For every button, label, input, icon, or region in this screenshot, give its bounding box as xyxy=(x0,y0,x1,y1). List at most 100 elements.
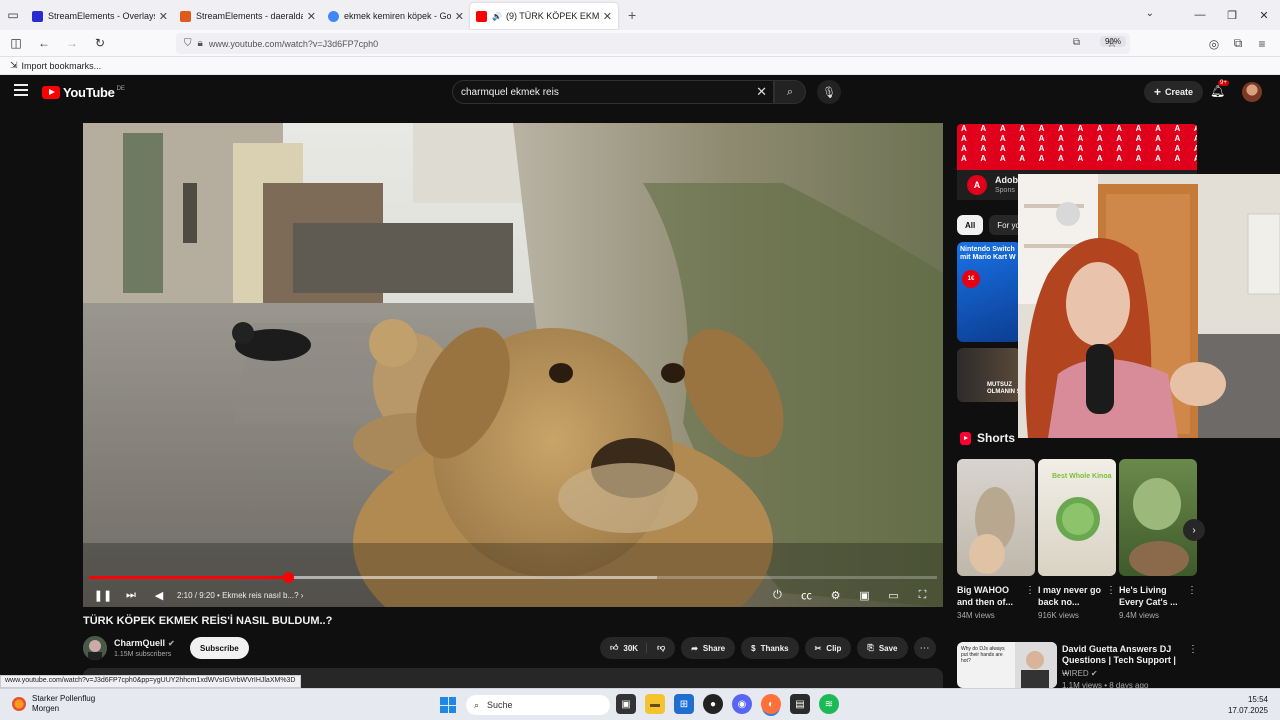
verified-icon: ✔︎ xyxy=(168,639,175,648)
short-item[interactable]: Best Whole Kinoa I may never go back no.… xyxy=(1038,459,1116,620)
bookmark-star-icon[interactable]: ☆ xyxy=(1100,36,1124,50)
task-view-icon[interactable]: ▣ xyxy=(616,694,636,714)
search-button[interactable]: ⌕ xyxy=(774,80,806,104)
youtube-logo[interactable]: YouTube DE xyxy=(42,85,125,100)
store-icon[interactable]: ⊞ xyxy=(674,694,694,714)
youtube-play-icon xyxy=(42,86,60,99)
more-options-icon[interactable]: ⋮ xyxy=(1188,644,1198,655)
subscriber-count: 1.15M subscribers xyxy=(114,651,172,658)
volume-icon[interactable]: ◀︎ xyxy=(145,589,173,602)
browser-tab[interactable]: StreamElements - Overlays ✕ xyxy=(26,3,174,29)
more-actions-icon[interactable]: ⋯ xyxy=(913,637,936,659)
chip-all[interactable]: All xyxy=(957,215,984,235)
system-clock[interactable]: 15:54 17.07.2025 xyxy=(1228,694,1268,716)
discord-icon[interactable]: ◉ xyxy=(732,694,752,714)
next-icon[interactable]: ⏭︎ xyxy=(117,589,145,602)
chevron-right-icon[interactable]: › xyxy=(301,591,304,600)
share-button[interactable]: ➦ Share xyxy=(681,637,736,659)
pause-icon[interactable]: ❚❚ xyxy=(89,589,117,602)
taskbar-search[interactable]: ⌕ Suche xyxy=(466,695,610,715)
like-button[interactable]: 👍︎ 30K xyxy=(600,643,648,653)
voice-search-button[interactable]: 🎙︎ xyxy=(817,80,841,104)
reload-icon[interactable]: ↻ xyxy=(88,31,112,55)
verified-icon: ✔︎ xyxy=(1090,669,1098,678)
translate-icon[interactable]: ⧉ xyxy=(1073,37,1080,48)
scissors-icon: ✂ xyxy=(814,643,822,653)
streaming-app-icon[interactable]: ● xyxy=(703,694,723,714)
browser-tab[interactable]: StreamElements - daeraldas ✕ xyxy=(174,3,322,29)
search-icon: ⌕ xyxy=(474,699,480,710)
weather-widget[interactable]: Starker Pollenflug Morgen xyxy=(12,694,95,714)
address-bar[interactable]: ⛉ 🔒︎ www.youtube.com/watch?v=J3d6FP7cph0… xyxy=(176,33,1130,54)
autoplay-toggle-icon[interactable]: ⏻ xyxy=(763,589,792,602)
forward-icon[interactable]: → xyxy=(60,31,84,55)
miniplayer-icon[interactable]: ▣ xyxy=(850,589,879,602)
progress-bar[interactable] xyxy=(89,572,937,583)
video-player[interactable]: ❚❚ ⏭︎ ◀︎ 2:10 / 9:20 • Ekmek reis nasıl … xyxy=(83,123,943,607)
save-button[interactable]: ⎘ Save xyxy=(857,637,908,659)
more-options-icon[interactable]: ⋮ xyxy=(1187,585,1197,596)
close-window-icon[interactable]: ✕ xyxy=(1248,0,1280,30)
streamer-webcam-overlay xyxy=(1018,174,1280,438)
player-controls-right: ⏻ ㏄ ⚙︎ ▣ ▭ ⛶ xyxy=(763,583,937,607)
pollen-weather-icon xyxy=(12,697,26,711)
back-icon[interactable]: ← xyxy=(32,31,56,55)
minimize-icon[interactable]: — xyxy=(1184,0,1216,30)
chapter-title[interactable]: Ekmek reis nasıl b...? xyxy=(222,591,298,600)
sidebar-toggle-icon[interactable]: ◫ xyxy=(4,31,28,55)
recommended-video-thumbnail[interactable]: Why do DJs always put their hands are ho… xyxy=(957,642,1057,688)
captions-icon[interactable]: ㏄ xyxy=(792,587,821,603)
obs-app-icon[interactable]: ▤ xyxy=(790,694,810,714)
more-options-icon[interactable]: ⋮ xyxy=(1025,585,1035,596)
more-options-icon[interactable]: ⋮ xyxy=(1106,585,1116,596)
thumbs-up-icon: 👍︎ xyxy=(610,643,619,652)
restore-icon[interactable]: ❐ xyxy=(1216,0,1248,30)
tab-favicon-icon xyxy=(328,10,339,22)
ad-banner[interactable]: A A A A A A A A A A A A A A A A A A A A … xyxy=(957,124,1197,170)
spotify-icon[interactable]: ≋ xyxy=(819,694,839,714)
browser-tab[interactable]: ekmek kemiren köpek - Google ✕ xyxy=(322,3,470,29)
tab-close-icon[interactable]: ✕ xyxy=(603,10,612,23)
windows-start-icon[interactable] xyxy=(440,697,456,713)
menu-icon[interactable]: ≡ xyxy=(1250,37,1274,51)
tab-label: (9) TÜRK KÖPEK EKMEK REİS xyxy=(505,11,599,21)
recommended-channel[interactable]: WIRED ✔︎ xyxy=(1062,669,1098,678)
firefox-icon[interactable]: ◐ xyxy=(761,694,781,714)
settings-gear-icon[interactable]: ⚙︎ xyxy=(821,589,850,602)
chevron-down-icon[interactable]: ⌄ xyxy=(1146,8,1154,19)
hamburger-menu-icon[interactable] xyxy=(14,84,28,99)
ad-banner-pattern: A A A A A A A A A A A A A A A A A A xyxy=(961,124,1197,133)
short-item[interactable]: He's Living Every Cat's ... 9.4M views ⋮ xyxy=(1119,459,1197,620)
new-tab-icon[interactable]: + xyxy=(628,7,636,23)
clear-search-icon[interactable]: ✕ xyxy=(756,84,767,100)
related-video-thumbnail[interactable]: Nintendo Switch mit Mario Kart W 1€ xyxy=(957,242,1021,342)
account-avatar[interactable] xyxy=(1242,82,1262,102)
dislike-button[interactable]: 👎︎ xyxy=(647,643,675,653)
tab-close-icon[interactable]: ✕ xyxy=(159,10,168,23)
channel-avatar[interactable] xyxy=(83,636,107,660)
clip-button[interactable]: ✂ Clip xyxy=(804,637,852,659)
related-video-thumbnail[interactable]: MUTSUZ OLMANIN S xyxy=(957,348,1021,402)
channel-name[interactable]: CharmQuell ✔︎ xyxy=(114,638,175,648)
extensions-icon[interactable]: ⧉ xyxy=(1226,36,1250,51)
create-button[interactable]: + Create xyxy=(1144,81,1204,103)
subscribe-button[interactable]: Subscribe xyxy=(190,637,249,659)
tab-list-icon[interactable]: ▭ xyxy=(0,0,26,30)
shorts-next-arrow-icon[interactable]: › xyxy=(1183,519,1205,541)
browser-tab-active[interactable]: 🔊 (9) TÜRK KÖPEK EKMEK REİS ✕ xyxy=(470,3,618,29)
theater-mode-icon[interactable]: ▭ xyxy=(879,589,908,602)
account-icon[interactable]: ◎ xyxy=(1202,37,1226,51)
tab-close-icon[interactable]: ✕ xyxy=(455,10,464,23)
fullscreen-icon[interactable]: ⛶ xyxy=(908,589,937,602)
tab-close-icon[interactable]: ✕ xyxy=(307,10,316,23)
current-time: 2:10 xyxy=(177,590,193,600)
notifications-button[interactable]: 🔔︎ 9+ xyxy=(1210,80,1229,98)
speaker-icon[interactable]: 🔊 xyxy=(492,12,502,21)
short-item[interactable]: Big WAHOO and then of... 34M views ⋮ xyxy=(957,459,1035,620)
import-bookmarks-link[interactable]: Import bookmarks... xyxy=(22,61,102,71)
file-explorer-icon[interactable]: ▬ xyxy=(645,694,665,714)
import-icon: ⇲ xyxy=(10,60,18,70)
thanks-button[interactable]: $ Thanks xyxy=(741,637,799,659)
ad-sponsored-label: Spons xyxy=(995,187,1015,194)
search-input[interactable]: charmquel ekmek reis ✕ xyxy=(452,80,774,104)
